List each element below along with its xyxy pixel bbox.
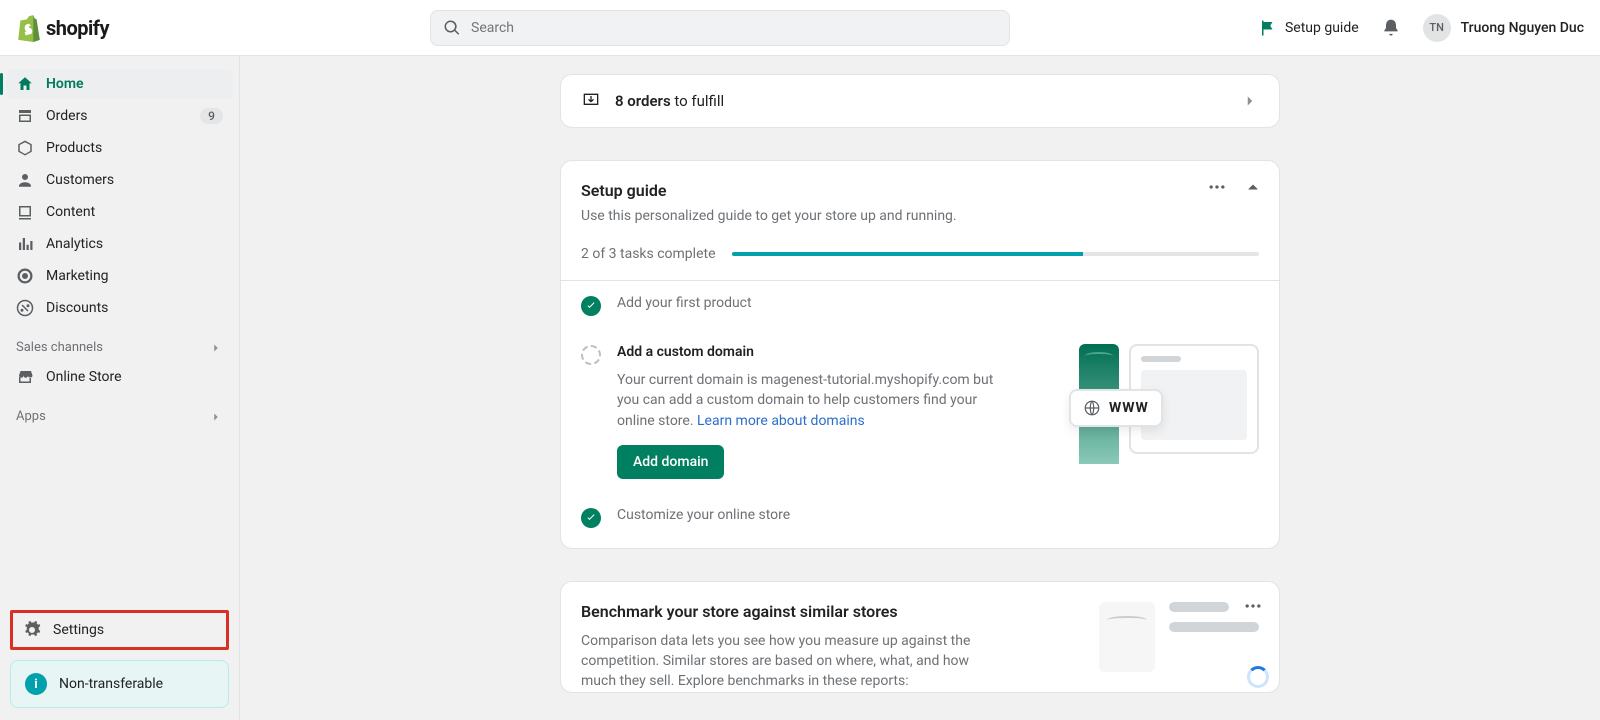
orders-to-fulfill-card[interactable]: 8 orders to fulfill — [560, 74, 1280, 128]
sidebar-item-label: Online Store — [46, 369, 122, 385]
sidebar-item-home[interactable]: Home — [6, 69, 233, 99]
sidebar-item-label: Content — [46, 204, 95, 220]
main-content: 8 orders to fulfill Setup guide Use this… — [240, 56, 1600, 720]
sidebar-item-products[interactable]: Products — [6, 133, 233, 163]
setup-guide-label: Setup guide — [1285, 20, 1359, 36]
task-add-product[interactable]: Add your first product — [561, 281, 1279, 330]
benchmark-description: Comparison data lets you see how you mea… — [581, 631, 981, 692]
sidebar-item-label: Products — [46, 140, 102, 156]
sidebar-item-content[interactable]: Content — [6, 197, 233, 227]
more-icon[interactable] — [1207, 177, 1227, 197]
search-field[interactable] — [471, 20, 997, 36]
search-icon — [443, 19, 461, 37]
sidebar-item-online-store[interactable]: Online Store — [6, 362, 233, 392]
sidebar-item-label: Customers — [46, 172, 114, 188]
flag-icon — [1259, 19, 1277, 37]
analytics-icon — [16, 235, 34, 253]
www-badge: WWW — [1069, 389, 1163, 427]
discounts-icon — [16, 299, 34, 317]
pending-icon — [581, 345, 601, 365]
domain-illustration: WWW — [1069, 344, 1259, 464]
orders-icon — [16, 107, 34, 125]
sidebar-item-discounts[interactable]: Discounts — [6, 293, 233, 323]
setup-guide-link[interactable]: Setup guide — [1259, 19, 1359, 37]
task-description: Your current domain is magenest-tutorial… — [617, 370, 997, 431]
sidebar-item-label: Home — [46, 76, 84, 92]
sidebar-item-label: Analytics — [46, 236, 103, 252]
non-transferable-callout: i Non-transferable — [10, 660, 229, 708]
apps-heading[interactable]: Apps — [6, 393, 233, 430]
notifications-icon[interactable] — [1381, 18, 1401, 38]
sales-channels-heading[interactable]: Sales channels — [6, 324, 233, 361]
sidebar-item-marketing[interactable]: Marketing — [6, 261, 233, 291]
customers-icon — [16, 171, 34, 189]
orders-badge: 9 — [200, 108, 223, 124]
task-title: Customize your online store — [617, 507, 1259, 523]
inbox-icon — [581, 91, 601, 111]
sidebar-item-analytics[interactable]: Analytics — [6, 229, 233, 259]
task-customize-store[interactable]: Customize your online store — [561, 493, 1279, 548]
chevron-right-icon — [209, 410, 223, 424]
sidebar-item-orders[interactable]: Orders 9 — [6, 101, 233, 131]
username: Truong Nguyen Duc — [1461, 20, 1584, 36]
logo-text: shopify — [46, 16, 109, 40]
check-icon — [581, 508, 601, 528]
learn-more-link[interactable]: Learn more about domains — [697, 413, 865, 429]
user-menu[interactable]: TN Truong Nguyen Duc — [1423, 14, 1584, 42]
benchmark-card: Benchmark your store against similar sto… — [560, 581, 1280, 693]
setup-subtitle: Use this personalized guide to get your … — [581, 208, 1259, 224]
sidebar-item-settings[interactable]: Settings — [10, 610, 229, 650]
sidebar-item-label: Discounts — [46, 300, 108, 316]
chevron-right-icon — [1241, 92, 1259, 110]
progress-label: 2 of 3 tasks complete — [581, 246, 716, 262]
content-icon — [16, 203, 34, 221]
benchmark-illustration — [1099, 602, 1259, 682]
progress-bar — [732, 252, 1259, 256]
check-icon — [581, 296, 601, 316]
setup-guide-card: Setup guide Use this personalized guide … — [560, 160, 1280, 549]
callout-text: Non-transferable — [59, 676, 163, 692]
sidebar-item-label: Orders — [46, 108, 88, 124]
search-input[interactable] — [430, 10, 1010, 46]
gear-icon — [23, 621, 41, 639]
add-domain-button[interactable]: Add domain — [617, 445, 724, 479]
spinner-icon — [1247, 666, 1269, 688]
marketing-icon — [16, 267, 34, 285]
info-icon: i — [25, 673, 47, 695]
store-icon — [16, 368, 34, 386]
avatar: TN — [1423, 14, 1451, 42]
task-title: Add a custom domain — [617, 344, 1053, 360]
sidebar-item-customers[interactable]: Customers — [6, 165, 233, 195]
task-title: Add your first product — [617, 295, 1259, 311]
fulfill-text: 8 orders to fulfill — [615, 92, 724, 110]
products-icon — [16, 139, 34, 157]
sidebar: Home Orders 9 Products Customers Content… — [0, 56, 240, 720]
setup-title: Setup guide — [581, 181, 1259, 200]
chevron-right-icon — [209, 341, 223, 355]
home-icon — [16, 75, 34, 93]
chevron-up-icon[interactable] — [1243, 177, 1263, 197]
settings-label: Settings — [53, 622, 104, 638]
sidebar-item-label: Marketing — [46, 268, 109, 284]
shopify-logo[interactable]: shopify — [16, 14, 230, 42]
globe-icon — [1083, 399, 1101, 417]
progress-fill — [732, 252, 1083, 256]
task-custom-domain: Add a custom domain Your current domain … — [561, 330, 1279, 493]
